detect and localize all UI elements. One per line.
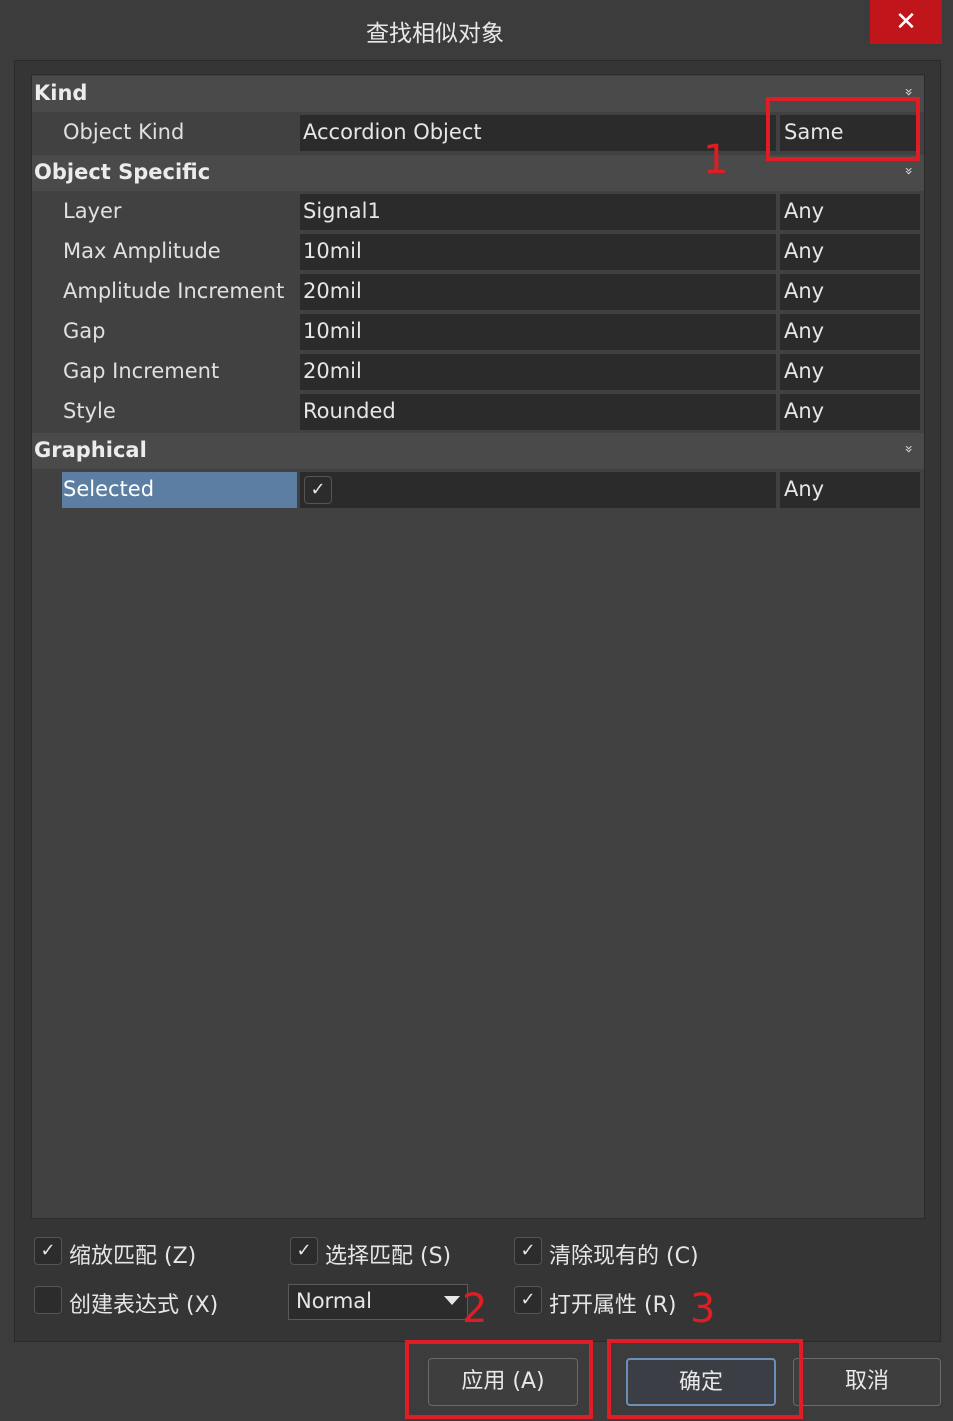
style-match: Any <box>784 399 825 423</box>
annotation-number-2: 2 <box>462 1286 488 1332</box>
max-amplitude-match: Any <box>784 239 825 263</box>
layer-match: Any <box>784 199 825 223</box>
object-kind-value: Accordion Object <box>303 120 482 144</box>
category-object-specific-label: Object Specific <box>34 160 211 184</box>
gap-increment-value: 20mil <box>303 359 362 383</box>
annotation-box-2 <box>405 1340 593 1419</box>
collapse-chevron-icon[interactable]: » <box>900 167 916 176</box>
selected-value-cell[interactable] <box>300 472 776 508</box>
property-label: Object Kind <box>63 120 185 144</box>
style-value: Rounded <box>303 399 396 423</box>
dialog-title: 查找相似对象 <box>366 21 504 47</box>
annotation-number-1: 1 <box>703 137 729 183</box>
max-amplitude-value-cell[interactable] <box>300 234 776 270</box>
dropdown-arrow-icon[interactable] <box>444 1296 460 1305</box>
selected-checkbox[interactable]: ✓ <box>304 476 332 504</box>
collapse-chevron-icon[interactable]: » <box>900 88 916 97</box>
gap-value-cell[interactable] <box>300 314 776 350</box>
create-expression-label: 创建表达式 (X) <box>69 1293 219 1318</box>
amplitude-increment-value-cell[interactable] <box>300 274 776 310</box>
close-button[interactable]: ✕ <box>870 0 942 44</box>
annotation-box-1 <box>766 97 920 161</box>
gap-match: Any <box>784 319 825 343</box>
category-graphical-label: Graphical <box>34 438 147 462</box>
collapse-chevron-icon[interactable]: » <box>900 445 916 454</box>
gap-value: 10mil <box>303 319 362 343</box>
open-properties-checkbox[interactable]: ✓ <box>514 1286 542 1314</box>
property-label: Layer <box>63 199 122 223</box>
max-amplitude-value: 10mil <box>303 239 362 263</box>
create-expression-checkbox[interactable] <box>34 1286 62 1314</box>
category-kind-label: Kind <box>34 81 88 105</box>
property-label: Selected <box>63 477 155 501</box>
gap-increment-match: Any <box>784 359 825 383</box>
select-matching-label: 选择匹配 (S) <box>325 1244 452 1269</box>
amplitude-increment-value: 20mil <box>303 279 362 303</box>
property-label: Amplitude Increment <box>63 279 285 303</box>
open-properties-label: 打开属性 (R) <box>549 1293 677 1318</box>
clear-existing-checkbox[interactable]: ✓ <box>514 1237 542 1265</box>
amplitude-increment-match: Any <box>784 279 825 303</box>
property-label: Gap Increment <box>63 359 220 383</box>
cancel-button[interactable]: 取消 <box>793 1358 941 1406</box>
annotation-box-3 <box>607 1339 803 1419</box>
clear-existing-label: 清除现有的 (C) <box>549 1244 699 1269</box>
mask-mode-value: Normal <box>296 1289 372 1313</box>
selected-match: Any <box>784 477 825 501</box>
property-label: Max Amplitude <box>63 239 221 263</box>
layer-value: Signal1 <box>303 199 381 223</box>
category-graphical[interactable] <box>32 433 924 469</box>
property-label: Gap <box>63 319 106 343</box>
annotation-number-3: 3 <box>690 1286 716 1332</box>
select-matching-checkbox[interactable]: ✓ <box>290 1237 318 1265</box>
gap-increment-value-cell[interactable] <box>300 354 776 390</box>
property-label: Style <box>63 399 116 423</box>
zoom-matching-checkbox[interactable]: ✓ <box>34 1237 62 1265</box>
zoom-matching-label: 缩放匹配 (Z) <box>69 1244 197 1269</box>
